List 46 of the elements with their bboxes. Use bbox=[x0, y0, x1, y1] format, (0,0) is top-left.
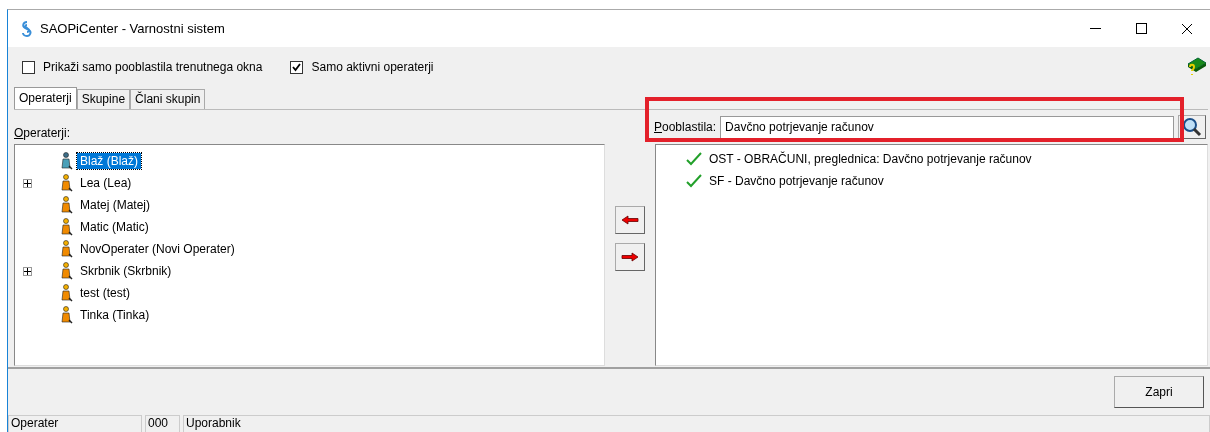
tree-item[interactable]: NovOperater (Novi Operater) bbox=[77, 241, 238, 257]
app-logo-icon bbox=[20, 20, 34, 37]
tree-item[interactable]: Blaž (Blaž) bbox=[77, 153, 141, 169]
checkbox-label: Prikaži samo pooblastila trenutnega okna bbox=[43, 59, 263, 76]
operators-label: Operaterji: bbox=[14, 125, 71, 142]
tree-item[interactable]: Matej (Matej) bbox=[77, 197, 153, 213]
status-panel: Uporabnik bbox=[183, 415, 1210, 432]
tree-item[interactable]: Lea (Lea) bbox=[77, 175, 135, 191]
person-icon bbox=[61, 174, 73, 192]
person-icon bbox=[61, 284, 73, 302]
checkbox[interactable] bbox=[22, 60, 35, 74]
close-icon bbox=[1181, 22, 1193, 35]
status-panel: Operater bbox=[8, 415, 142, 432]
close-dialog-button[interactable]: Zapri bbox=[1114, 376, 1204, 408]
permissions-label: Pooblastila: bbox=[654, 119, 717, 136]
tree-item[interactable]: OST - OBRAČUNI, preglednica: Davčno potrjevanje računov bbox=[706, 151, 1035, 167]
check-icon bbox=[686, 174, 702, 188]
tree-item[interactable]: SF - Davčno potrjevanje računov bbox=[706, 173, 887, 189]
window-title: SAOPiCenter - Varnostni sistem bbox=[40, 19, 226, 38]
tab[interactable]: Operaterji bbox=[14, 87, 77, 109]
person-icon bbox=[61, 306, 73, 324]
add-button[interactable] bbox=[615, 206, 645, 234]
minimize-icon bbox=[1089, 27, 1101, 30]
tree-item[interactable]: Matic (Matic) bbox=[77, 219, 152, 235]
tab[interactable]: Člani skupin bbox=[130, 89, 206, 109]
checkbox-label: Samo aktivni operaterji bbox=[311, 59, 434, 76]
maximize-icon bbox=[1135, 23, 1147, 34]
remove-button[interactable] bbox=[615, 243, 645, 271]
tree-item[interactable]: test (test) bbox=[77, 285, 133, 301]
tree-item[interactable]: Tinka (Tinka) bbox=[77, 307, 153, 323]
help-book-icon bbox=[1185, 56, 1207, 76]
person-icon bbox=[61, 262, 73, 280]
tab[interactable]: Skupine bbox=[76, 89, 131, 109]
checkbox[interactable] bbox=[290, 60, 304, 74]
status-panel: 000 bbox=[145, 415, 180, 432]
check-icon bbox=[686, 152, 702, 166]
arrow-left-icon bbox=[621, 215, 639, 225]
arrow-right-icon bbox=[621, 252, 639, 262]
tree-item[interactable]: Skrbnik (Skrbnik) bbox=[77, 263, 175, 279]
expand-icon[interactable] bbox=[23, 266, 32, 276]
person-icon bbox=[61, 196, 73, 214]
search-field[interactable]: Davčno potrjevanje računov bbox=[720, 115, 1174, 139]
person-icon bbox=[61, 218, 73, 236]
person-icon bbox=[61, 152, 73, 170]
expand-icon[interactable] bbox=[23, 178, 32, 188]
person-icon bbox=[61, 240, 73, 258]
